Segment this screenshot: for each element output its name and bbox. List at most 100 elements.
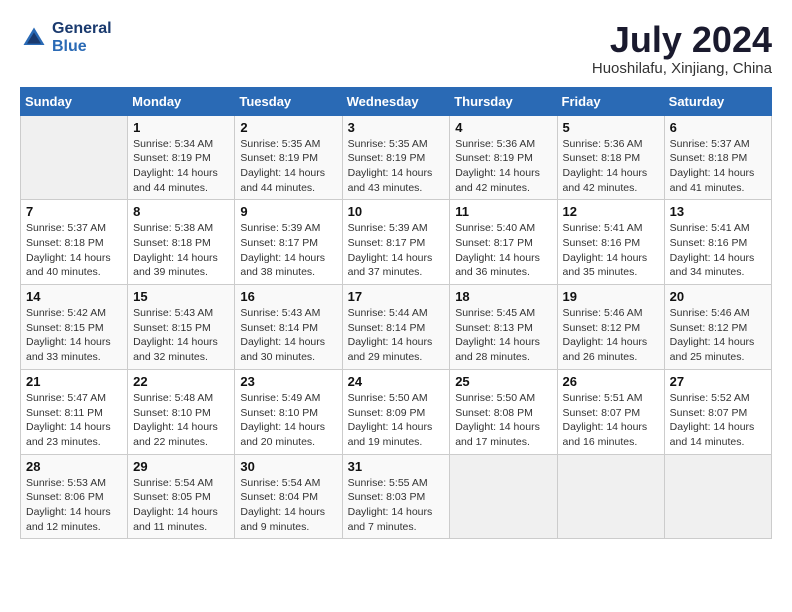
calendar-cell: 26 Sunrise: 5:51 AM Sunset: 8:07 PM Dayli…: [557, 369, 664, 454]
calendar-cell: 21 Sunrise: 5:47 AM Sunset: 8:11 PM Dayli…: [21, 369, 128, 454]
calendar-cell: [450, 454, 557, 539]
calendar-body: 1 Sunrise: 5:34 AM Sunset: 8:19 PM Daylig…: [21, 115, 772, 539]
calendar-week-row: 21 Sunrise: 5:47 AM Sunset: 8:11 PM Dayli…: [21, 369, 772, 454]
day-info: Sunrise: 5:41 AM Sunset: 8:16 PM Dayligh…: [670, 221, 766, 280]
location: Huoshilafu, Xinjiang, China: [592, 60, 772, 77]
calendar-cell: 3Sunrise: 5:35 AM Sunset: 8:19 PM Daylig…: [342, 115, 450, 200]
day-number: 15: [133, 289, 229, 304]
day-info: Sunrise: 5:46 AM Sunset: 8:12 PM Dayligh…: [563, 306, 659, 365]
logo-text: General Blue: [52, 20, 112, 56]
day-number: 31: [348, 459, 445, 474]
day-info: Sunrise: 5:47 AM Sunset: 8:11 PM Dayligh…: [26, 391, 122, 450]
calendar-cell: 16 Sunrise: 5:43 AM Sunset: 8:14 PM Dayli…: [235, 285, 342, 370]
calendar-cell: 12Sunrise: 5:41 AM Sunset: 8:16 PM Dayli…: [557, 200, 664, 285]
day-info: Sunrise: 5:40 AM Sunset: 8:17 PM Dayligh…: [455, 221, 551, 280]
day-info: Sunrise: 5:43 AM Sunset: 8:14 PM Dayligh…: [240, 306, 336, 365]
day-number: 14: [26, 289, 122, 304]
day-info: Sunrise: 5:38 AM Sunset: 8:18 PM Dayligh…: [133, 221, 229, 280]
calendar-cell: 17 Sunrise: 5:44 AM Sunset: 8:14 PM Dayli…: [342, 285, 450, 370]
day-number: 1: [133, 120, 229, 135]
day-number: 28: [26, 459, 122, 474]
day-info: Sunrise: 5:50 AM Sunset: 8:08 PM Dayligh…: [455, 391, 551, 450]
calendar-cell: 24 Sunrise: 5:50 AM Sunset: 8:09 PM Dayli…: [342, 369, 450, 454]
day-number: 8: [133, 204, 229, 219]
calendar-cell: 1 Sunrise: 5:34 AM Sunset: 8:19 PM Daylig…: [128, 115, 235, 200]
weekday-header-cell: Thursday: [450, 87, 557, 115]
day-number: 6: [670, 120, 766, 135]
day-number: 22: [133, 374, 229, 389]
day-number: 30: [240, 459, 336, 474]
calendar-cell: 28 Sunrise: 5:53 AM Sunset: 8:06 PM Dayli…: [21, 454, 128, 539]
day-info: Sunrise: 5:37 AM Sunset: 8:18 PM Dayligh…: [26, 221, 122, 280]
day-number: 7: [26, 204, 122, 219]
day-info: Sunrise: 5:48 AM Sunset: 8:10 PM Dayligh…: [133, 391, 229, 450]
calendar-cell: 8 Sunrise: 5:38 AM Sunset: 8:18 PM Daylig…: [128, 200, 235, 285]
calendar-cell: 22 Sunrise: 5:48 AM Sunset: 8:10 PM Dayli…: [128, 369, 235, 454]
calendar-cell: 27Sunrise: 5:52 AM Sunset: 8:07 PM Dayli…: [664, 369, 771, 454]
day-number: 12: [563, 204, 659, 219]
day-info: Sunrise: 5:55 AM Sunset: 8:03 PM Dayligh…: [348, 476, 445, 535]
day-number: 13: [670, 204, 766, 219]
day-info: Sunrise: 5:35 AM Sunset: 8:19 PM Dayligh…: [348, 137, 445, 196]
calendar-cell: 5Sunrise: 5:36 AM Sunset: 8:18 PM Daylig…: [557, 115, 664, 200]
calendar-week-row: 7 Sunrise: 5:37 AM Sunset: 8:18 PM Daylig…: [21, 200, 772, 285]
calendar-cell: 7 Sunrise: 5:37 AM Sunset: 8:18 PM Daylig…: [21, 200, 128, 285]
logo-icon: [20, 24, 48, 52]
day-info: Sunrise: 5:34 AM Sunset: 8:19 PM Dayligh…: [133, 137, 229, 196]
calendar-cell: 18Sunrise: 5:45 AM Sunset: 8:13 PM Dayli…: [450, 285, 557, 370]
month-title: July 2024: [592, 20, 772, 60]
day-info: Sunrise: 5:54 AM Sunset: 8:04 PM Dayligh…: [240, 476, 336, 535]
day-info: Sunrise: 5:51 AM Sunset: 8:07 PM Dayligh…: [563, 391, 659, 450]
day-number: 21: [26, 374, 122, 389]
weekday-header-cell: Wednesday: [342, 87, 450, 115]
calendar-week-row: 1 Sunrise: 5:34 AM Sunset: 8:19 PM Daylig…: [21, 115, 772, 200]
weekday-header-cell: Saturday: [664, 87, 771, 115]
day-number: 17: [348, 289, 445, 304]
day-number: 11: [455, 204, 551, 219]
day-info: Sunrise: 5:42 AM Sunset: 8:15 PM Dayligh…: [26, 306, 122, 365]
day-info: Sunrise: 5:50 AM Sunset: 8:09 PM Dayligh…: [348, 391, 445, 450]
day-info: Sunrise: 5:46 AM Sunset: 8:12 PM Dayligh…: [670, 306, 766, 365]
day-info: Sunrise: 5:44 AM Sunset: 8:14 PM Dayligh…: [348, 306, 445, 365]
day-number: 19: [563, 289, 659, 304]
day-number: 2: [240, 120, 336, 135]
weekday-header-cell: Friday: [557, 87, 664, 115]
calendar-cell: 23Sunrise: 5:49 AM Sunset: 8:10 PM Dayli…: [235, 369, 342, 454]
day-number: 20: [670, 289, 766, 304]
day-number: 24: [348, 374, 445, 389]
day-info: Sunrise: 5:54 AM Sunset: 8:05 PM Dayligh…: [133, 476, 229, 535]
day-number: 16: [240, 289, 336, 304]
day-number: 26: [563, 374, 659, 389]
calendar-table: SundayMondayTuesdayWednesdayThursdayFrid…: [20, 87, 772, 540]
calendar-cell: 14 Sunrise: 5:42 AM Sunset: 8:15 PM Dayli…: [21, 285, 128, 370]
calendar-cell: [664, 454, 771, 539]
day-info: Sunrise: 5:52 AM Sunset: 8:07 PM Dayligh…: [670, 391, 766, 450]
calendar-cell: 9Sunrise: 5:39 AM Sunset: 8:17 PM Daylig…: [235, 200, 342, 285]
calendar-cell: 10Sunrise: 5:39 AM Sunset: 8:17 PM Dayli…: [342, 200, 450, 285]
weekday-header-cell: Sunday: [21, 87, 128, 115]
calendar-cell: 11 Sunrise: 5:40 AM Sunset: 8:17 PM Dayli…: [450, 200, 557, 285]
calendar-week-row: 14 Sunrise: 5:42 AM Sunset: 8:15 PM Dayli…: [21, 285, 772, 370]
calendar-cell: 31 Sunrise: 5:55 AM Sunset: 8:03 PM Dayli…: [342, 454, 450, 539]
day-info: Sunrise: 5:45 AM Sunset: 8:13 PM Dayligh…: [455, 306, 551, 365]
calendar-week-row: 28 Sunrise: 5:53 AM Sunset: 8:06 PM Dayli…: [21, 454, 772, 539]
calendar-cell: [557, 454, 664, 539]
day-info: Sunrise: 5:49 AM Sunset: 8:10 PM Dayligh…: [240, 391, 336, 450]
weekday-header-cell: Monday: [128, 87, 235, 115]
day-info: Sunrise: 5:36 AM Sunset: 8:19 PM Dayligh…: [455, 137, 551, 196]
page-header: General Blue July 2024 Huoshilafu, Xinji…: [20, 20, 772, 77]
day-number: 9: [240, 204, 336, 219]
logo: General Blue: [20, 20, 112, 56]
calendar-cell: 20 Sunrise: 5:46 AM Sunset: 8:12 PM Dayli…: [664, 285, 771, 370]
calendar-cell: 15 Sunrise: 5:43 AM Sunset: 8:15 PM Dayli…: [128, 285, 235, 370]
calendar-cell: 6 Sunrise: 5:37 AM Sunset: 8:18 PM Daylig…: [664, 115, 771, 200]
day-info: Sunrise: 5:43 AM Sunset: 8:15 PM Dayligh…: [133, 306, 229, 365]
day-info: Sunrise: 5:53 AM Sunset: 8:06 PM Dayligh…: [26, 476, 122, 535]
day-number: 25: [455, 374, 551, 389]
day-number: 4: [455, 120, 551, 135]
weekday-header-row: SundayMondayTuesdayWednesdayThursdayFrid…: [21, 87, 772, 115]
weekday-header-cell: Tuesday: [235, 87, 342, 115]
day-number: 5: [563, 120, 659, 135]
day-info: Sunrise: 5:39 AM Sunset: 8:17 PM Dayligh…: [348, 221, 445, 280]
day-info: Sunrise: 5:37 AM Sunset: 8:18 PM Dayligh…: [670, 137, 766, 196]
